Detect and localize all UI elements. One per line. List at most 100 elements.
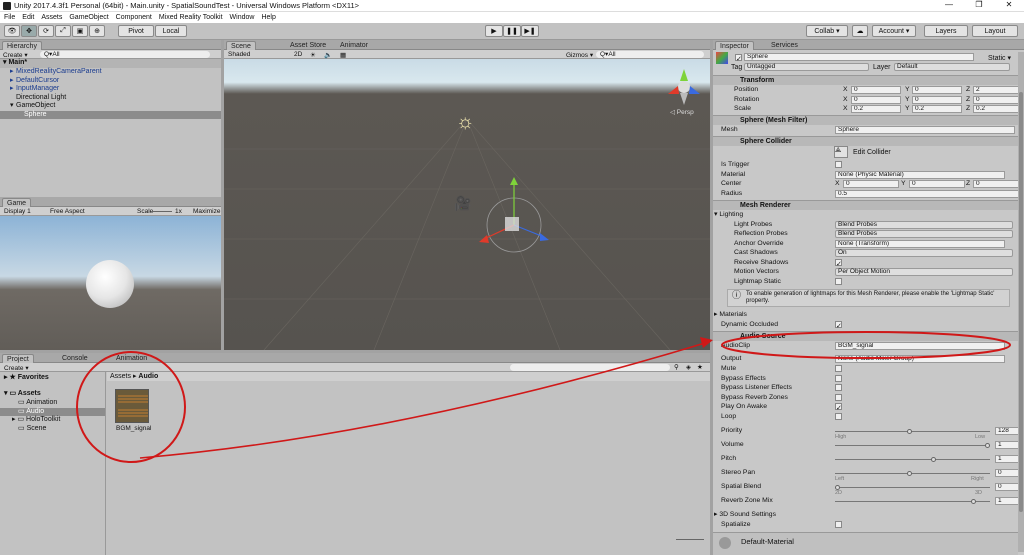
- pitch-slider[interactable]: [835, 459, 990, 460]
- lightmap-static-checkbox[interactable]: [835, 278, 842, 285]
- 2d-toggle[interactable]: 2D: [294, 51, 302, 58]
- persp-label[interactable]: ◁ Persp: [670, 108, 694, 116]
- step-button[interactable]: ▶❚: [521, 25, 539, 37]
- tab-project[interactable]: Project: [2, 354, 34, 363]
- output-field[interactable]: None (Audio Mixer Group): [835, 354, 1005, 363]
- folder-item-selected[interactable]: ▭ Audio: [0, 407, 105, 416]
- scene-row[interactable]: ▾ Main*: [0, 59, 221, 68]
- hand-tool-icon[interactable]: 👁: [4, 25, 20, 37]
- mesh-field[interactable]: Sphere: [835, 125, 1015, 134]
- move-tool-icon[interactable]: ✥: [21, 25, 37, 37]
- rotation-y[interactable]: 0: [912, 95, 962, 104]
- filter-type-icon[interactable]: ⚲: [674, 363, 679, 371]
- menu-gameobject[interactable]: GameObject: [69, 14, 108, 21]
- menu-mrtk[interactable]: Mixed Reality Toolkit: [159, 14, 223, 21]
- display-dropdown[interactable]: Display 1: [4, 208, 31, 215]
- active-checkbox[interactable]: ✓: [735, 54, 742, 63]
- filter-label-icon[interactable]: ◈: [686, 363, 691, 371]
- scrollbar-thumb[interactable]: [1019, 92, 1023, 512]
- audio-toggle-icon[interactable]: 🔈: [324, 51, 332, 59]
- hierarchy-item[interactable]: ▸ MixedRealityCameraParent: [0, 68, 221, 77]
- reflection-probes-dropdown[interactable]: Blend Probes: [835, 229, 1013, 238]
- effects-toggle-icon[interactable]: ▦: [340, 51, 346, 59]
- menu-assets[interactable]: Assets: [41, 14, 62, 21]
- rotate-tool-icon[interactable]: ⟳: [38, 25, 54, 37]
- audio-clip-thumbnail[interactable]: [115, 389, 149, 423]
- rotation-z[interactable]: 0: [973, 95, 1023, 104]
- aspect-dropdown[interactable]: Free Aspect: [50, 208, 85, 215]
- maximize-button[interactable]: ❐: [964, 0, 994, 9]
- material-footer[interactable]: Default-Material: [713, 532, 1018, 555]
- motion-vectors-dropdown[interactable]: Per Object Motion: [835, 267, 1013, 276]
- object-name-field[interactable]: Sphere: [744, 53, 974, 61]
- rect-tool-icon[interactable]: ▣: [72, 25, 88, 37]
- menu-file[interactable]: File: [4, 14, 15, 21]
- scene-viewport[interactable]: ☼ 🎥 ◁ Persp: [224, 59, 710, 350]
- menu-component[interactable]: Component: [116, 14, 152, 21]
- folder-item[interactable]: ▸ ▭ HoloToolkit: [0, 416, 105, 425]
- shading-dropdown[interactable]: Shaded: [228, 51, 250, 58]
- tab-game[interactable]: Game: [2, 198, 32, 207]
- radius-field[interactable]: 0.5: [835, 189, 1023, 198]
- layer-dropdown[interactable]: Default: [894, 63, 1010, 71]
- anchor-override-field[interactable]: None (Transform): [835, 239, 1005, 248]
- bypass-reverb-checkbox[interactable]: [835, 394, 842, 401]
- tab-hierarchy[interactable]: Hierarchy: [2, 41, 42, 50]
- favorites-row[interactable]: ▸ ★ Favorites: [0, 374, 105, 383]
- spatial-blend-slider[interactable]: [835, 487, 990, 488]
- static-dropdown[interactable]: Static ▾: [988, 54, 1011, 62]
- audio-clip-label[interactable]: BGM_signal: [116, 425, 151, 432]
- hierarchy-search[interactable]: Q▾All: [40, 51, 210, 58]
- materials-foldout[interactable]: ▸ Materials: [714, 310, 1018, 320]
- scene-search[interactable]: Q▾All: [596, 51, 704, 58]
- pause-button[interactable]: ❚❚: [503, 25, 521, 37]
- audio-source-header[interactable]: Audio Source: [713, 331, 1018, 341]
- breadcrumb-assets[interactable]: Assets: [110, 373, 131, 380]
- edit-collider-button[interactable]: ⟁: [834, 146, 848, 158]
- breadcrumb-audio[interactable]: Audio: [138, 373, 158, 380]
- folder-item[interactable]: ▭ Animation: [0, 399, 105, 408]
- rotation-x[interactable]: 0: [851, 95, 901, 104]
- collab-button[interactable]: Collab ▾: [806, 25, 848, 37]
- position-y[interactable]: 0: [912, 85, 962, 94]
- receive-shadows-checkbox[interactable]: ✓: [835, 259, 842, 268]
- create-button[interactable]: Create ▾: [3, 51, 28, 59]
- scale-x[interactable]: 0.2: [851, 104, 901, 113]
- center-z[interactable]: 0: [973, 179, 1023, 188]
- stereo-pan-slider[interactable]: [835, 473, 990, 474]
- material-field[interactable]: None (Physic Material): [835, 170, 1005, 179]
- cloud-icon[interactable]: ☁: [852, 25, 868, 37]
- tab-animator[interactable]: Animator: [336, 41, 372, 50]
- project-create-button[interactable]: Create ▾: [4, 364, 29, 372]
- reverb-zone-slider[interactable]: [835, 501, 990, 502]
- play-button[interactable]: ▶: [485, 25, 503, 37]
- cast-shadows-dropdown[interactable]: On: [835, 248, 1013, 257]
- pivot-button[interactable]: Pivot: [118, 25, 154, 37]
- menu-edit[interactable]: Edit: [22, 14, 34, 21]
- center-y[interactable]: 0: [909, 179, 965, 188]
- dynamic-occluded-checkbox[interactable]: ✓: [835, 321, 842, 330]
- pitch-knob[interactable]: [931, 457, 936, 462]
- priority-slider[interactable]: [835, 431, 990, 432]
- folder-item[interactable]: ▭ Scene: [0, 425, 105, 434]
- close-button[interactable]: ✕: [994, 0, 1024, 9]
- mesh-filter-header[interactable]: Sphere (Mesh Filter): [713, 115, 1018, 125]
- orientation-gizmo-icon[interactable]: [664, 67, 704, 107]
- volume-knob[interactable]: [985, 443, 990, 448]
- tab-services[interactable]: Services: [767, 41, 802, 50]
- transform-header[interactable]: Transform: [713, 75, 1018, 85]
- layers-dropdown[interactable]: Layers: [924, 25, 968, 37]
- assets-row[interactable]: ▾ ▭ Assets: [0, 390, 105, 399]
- maximize-toggle[interactable]: Maximize: [193, 208, 220, 215]
- tab-animation[interactable]: Animation: [112, 354, 151, 363]
- tab-scene[interactable]: Scene: [226, 41, 256, 50]
- hierarchy-item[interactable]: Directional Light: [0, 94, 221, 103]
- light-gizmo-icon[interactable]: ☼: [456, 111, 474, 134]
- menu-help[interactable]: Help: [261, 14, 275, 21]
- move-gizmo-icon[interactable]: [469, 177, 559, 257]
- icon-size-slider[interactable]: [676, 539, 704, 540]
- lighting-foldout[interactable]: ▾ Lighting: [714, 210, 1018, 220]
- hierarchy-item[interactable]: ▸ InputManager: [0, 85, 221, 94]
- audioclip-field[interactable]: BGM_signal: [835, 341, 1005, 350]
- scale-z[interactable]: 0.2: [973, 104, 1023, 113]
